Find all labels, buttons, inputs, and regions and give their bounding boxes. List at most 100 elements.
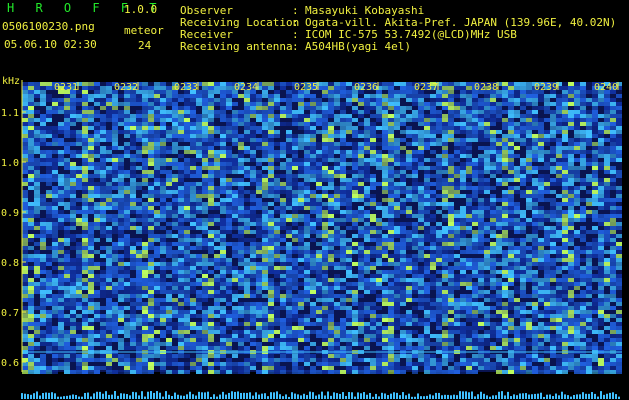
spectrogram-cell [184,166,190,170]
spectrogram-cell [118,186,124,190]
spectrogram-cell [430,126,436,130]
spectrogram-cell [310,238,316,242]
spectrogram-cell [130,166,136,170]
spectrogram-cell [478,114,484,118]
spectrogram-cell [130,322,136,326]
spectrogram-cell [250,242,256,246]
spectrogram-cell [436,250,442,254]
spectrogram-cell [160,226,166,230]
spectrogram-cell [226,102,232,106]
spectrogram-cell [448,226,454,230]
spectrogram-cell [148,334,154,338]
spectrogram-cell [262,146,268,150]
spectrogram-cell [352,142,358,146]
spectrogram-cell [70,174,76,178]
spectrogram-cell [430,366,436,370]
spectrogram-cell [412,338,418,342]
spectrogram-cell [214,126,220,130]
spectrogram-cell [496,114,502,118]
spectrogram-cell [274,218,280,222]
spectrogram-cell [82,342,88,346]
spectrogram-cell [202,162,208,166]
spectrogram-cell [58,342,64,346]
spectrogram-cell [262,178,268,182]
spectrogram-cell [64,174,70,178]
spectrogram-cell [34,370,40,374]
spectrogram-cell [412,314,418,318]
spectrogram-cell [388,126,394,130]
spectrogram-cell [232,182,238,186]
spectrogram-cell [274,150,280,154]
spectrogram-cell [322,278,328,282]
spectrogram-cell [160,366,166,370]
spectrogram-cell [436,158,442,162]
spectrogram-cell [220,98,226,102]
spectrogram-cell [40,254,46,258]
spectrogram-cell [322,246,328,250]
spectrogram-cell [136,126,142,130]
spectrogram-cell [418,346,424,350]
spectrogram-cell [196,170,202,174]
spectrogram-cell [358,158,364,162]
spectrogram-cell [400,86,406,90]
spectrogram-cell [70,150,76,154]
spectrogram-cell [286,354,292,358]
spectrogram-cell [292,114,298,118]
spectrogram-cell [94,358,100,362]
spectrogram-cell [166,326,172,330]
spectrogram-cell [316,242,322,246]
spectrogram-cell [82,186,88,190]
spectrogram-cell [286,286,292,290]
spectrogram-cell [190,198,196,202]
spectrogram-cell [412,278,418,282]
spectrogram-cell [376,306,382,310]
spectrogram-cell [22,290,28,294]
spectrogram-cell [112,182,118,186]
spectrogram-cell [394,198,400,202]
spectrogram-cell [238,242,244,246]
spectrogram-cell [502,322,508,326]
spectrogram-cell [214,110,220,114]
spectrogram-cell [136,278,142,282]
spectrogram-cell [490,330,496,334]
spectrogram-cell [52,314,58,318]
spectrogram-cell [154,126,160,130]
spectrogram-cell [448,310,454,314]
spectrogram-cell [112,338,118,342]
spectrogram-cell [418,158,424,162]
spectrogram-cell [124,298,130,302]
spectrogram-cell [310,122,316,126]
spectrogram-cell [352,118,358,122]
spectrogram-cell [382,98,388,102]
spectrogram-cell [454,258,460,262]
spectrogram-cell [214,306,220,310]
spectrogram-cell [334,238,340,242]
spectrogram-cell [184,102,190,106]
spectrogram-cell [346,126,352,130]
spectrogram-cell [190,246,196,250]
spectrogram-cell [424,318,430,322]
spectrogram-cell [466,146,472,150]
spectrogram-cell [88,326,94,330]
spectrogram-cell [334,102,340,106]
spectrogram-cell [442,90,448,94]
spectrogram-cell [136,314,142,318]
spectrogram-cell [220,326,226,330]
spectrogram-cell [208,154,214,158]
spectrogram-cell [364,262,370,266]
spectrogram-cell [58,190,64,194]
spectrogram-cell [118,370,124,374]
spectrogram-cell [166,266,172,270]
spectrogram-cell [388,90,394,94]
spectrogram-cell [376,366,382,370]
meteor-count: 24 [138,39,152,52]
spectrogram-cell [406,270,412,274]
spectrogram-cell [406,290,412,294]
spectrogram-cell [100,126,106,130]
spectrogram-cell [232,270,238,274]
spectrogram-cell [76,266,82,270]
spectrogram-cell [130,218,136,222]
spectrogram-cell [220,258,226,262]
spectrogram-cell [268,114,274,118]
spectrogram-cell [214,230,220,234]
